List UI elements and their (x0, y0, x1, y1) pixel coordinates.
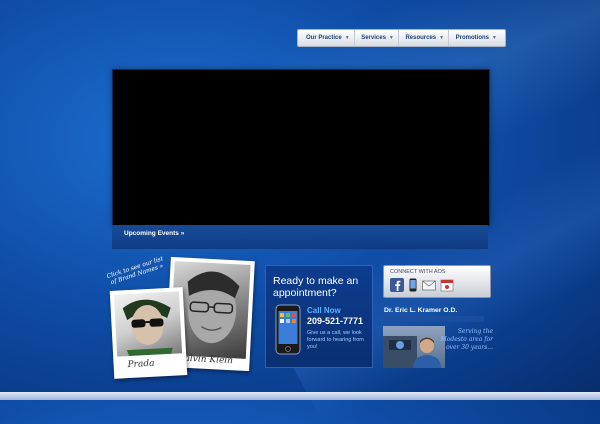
nav-item-label: Resources (405, 35, 436, 41)
serving-tagline: Serving the Modesto area for over 30 yea… (438, 328, 493, 352)
doctor-subtitle-bar (384, 316, 484, 322)
doctor-photo (383, 326, 445, 368)
main-nav: Our Practice ▼ Services ▼ Resources ▼ Pr… (297, 29, 506, 47)
footer-strip (0, 392, 600, 400)
chevron-down-icon: ▼ (439, 35, 444, 41)
call-now-label: Call Now (307, 306, 341, 315)
brand-names-link[interactable]: Click to see our list of Brand Names » (103, 254, 168, 287)
nav-item-promotions[interactable]: Promotions ▼ (452, 30, 501, 46)
iphone-icon[interactable] (406, 278, 420, 292)
appointment-description: Give us a call, we look forward to heari… (307, 330, 369, 351)
email-icon[interactable] (422, 278, 436, 292)
chevron-down-icon: ▼ (345, 35, 350, 41)
model-photo (114, 291, 182, 356)
chevron-down-icon: ▼ (389, 35, 394, 41)
connect-label: CONNECT WITH AOS (390, 269, 446, 275)
prada-photo[interactable]: Prada (110, 287, 188, 379)
appointment-title: Ready to make an appointment? (273, 275, 369, 299)
upcoming-events-link[interactable]: Upcoming Events » (124, 230, 184, 237)
facebook-icon[interactable] (390, 278, 404, 292)
connect-panel: CONNECT WITH AOS (383, 265, 491, 298)
nav-item-label: Services (361, 35, 386, 41)
doctor-name[interactable]: Dr. Eric L. Kramer O.D. (384, 307, 457, 314)
nav-item-services[interactable]: Services ▼ (357, 30, 399, 46)
nav-item-our-practice[interactable]: Our Practice ▼ (302, 30, 355, 46)
nav-item-resources[interactable]: Resources ▼ (401, 30, 449, 46)
photo-caption: Prada (127, 359, 154, 370)
video-player[interactable] (112, 69, 490, 226)
events-bar (112, 225, 488, 249)
nav-item-label: Promotions (456, 35, 489, 41)
nav-item-label: Our Practice (306, 35, 342, 41)
phone-number[interactable]: 209-521-7771 (307, 316, 363, 326)
calendar-icon[interactable] (440, 278, 454, 292)
chevron-down-icon: ▼ (492, 35, 497, 41)
iphone-icon (275, 304, 301, 355)
appointment-panel: Ready to make an appointment? Call Now 2… (265, 265, 373, 368)
